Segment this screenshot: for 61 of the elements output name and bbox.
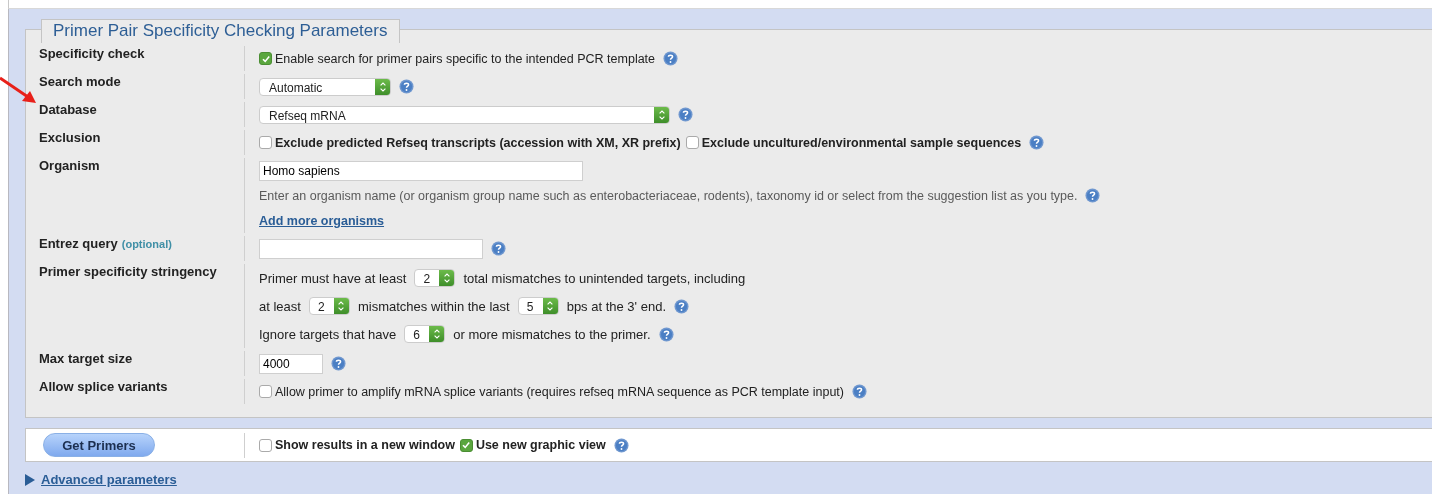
get-primers-button[interactable]: Get Primers: [43, 433, 155, 457]
help-icon[interactable]: [658, 326, 674, 342]
dropdown[interactable]: 5: [517, 297, 559, 315]
field-label: Search mode: [39, 74, 121, 89]
help-icon[interactable]: [674, 298, 689, 314]
option-text: or more mismatches to the primer.: [453, 326, 651, 342]
dropdown[interactable]: 2: [308, 297, 350, 315]
add-organisms-link[interactable]: Add more organisms: [259, 213, 385, 228]
chevron-icon: [432, 328, 441, 340]
advanced-parameters-link[interactable]: Advanced parameters: [41, 472, 177, 487]
help-icon[interactable]: [1029, 135, 1045, 150]
text-field[interactable]: 4000: [259, 353, 323, 374]
field-label: Organism: [39, 158, 100, 173]
text-field[interactable]: [259, 238, 483, 259]
checkbox-label: Enable search for primer pairs specific to the intended PCR template: [275, 51, 656, 66]
checkbox[interactable]: [259, 52, 272, 65]
option-text: at least: [259, 298, 301, 314]
chevron-icon: [337, 300, 346, 312]
dropdown[interactable]: Refseq mRNA: [259, 105, 670, 124]
field-label: Primer specificity stringency: [39, 264, 217, 279]
field-label: Entrez query: [39, 236, 118, 251]
hint-text: Enter an organism name (or organism group name such as enterobacteriaceae, rodents), taxonomy id or select from the suggestion list as you type.: [259, 188, 1078, 203]
checkbox[interactable]: [259, 438, 272, 452]
checkbox-label: Allow primer to amplify mRNA splice variants (requires refseq mRNA sequence as PCR template input): [275, 384, 844, 399]
help-icon[interactable]: [678, 107, 693, 122]
checkbox[interactable]: [259, 136, 272, 149]
checkbox[interactable]: [459, 438, 473, 452]
checkbox-label: Exclude predicted Refseq transcripts (accession with XM, XR prefix): [275, 135, 681, 150]
dropdown[interactable]: 2: [414, 269, 456, 287]
option-text: total mismatches to unintended targets, including: [463, 270, 746, 286]
option-text: mismatches within the last: [357, 298, 510, 314]
option-text: bps at the 3' end.: [566, 298, 666, 314]
chevron-icon: [657, 108, 666, 121]
optional-note: (optional): [121, 238, 172, 250]
chevron-icon: [546, 300, 555, 312]
dropdown[interactable]: 6: [404, 325, 446, 343]
help-icon[interactable]: [1085, 188, 1101, 203]
help-icon[interactable]: [399, 79, 414, 94]
checkbox[interactable]: [685, 136, 699, 149]
field-label: Max target size: [39, 351, 133, 366]
dropdown[interactable]: Automatic: [259, 77, 391, 96]
text-field[interactable]: Homo sapiens: [259, 160, 583, 181]
chevron-icon: [442, 272, 451, 284]
checkbox-label: Exclude uncultured/environmental sample sequences: [701, 135, 1022, 150]
checkbox[interactable]: [259, 385, 272, 398]
help-icon[interactable]: [663, 51, 679, 66]
help-icon[interactable]: [613, 437, 629, 453]
field-label: Database: [39, 102, 97, 117]
field-label: Specificity check: [39, 46, 145, 61]
panel-legend: Primer Pair Specificity Checking Parameters: [41, 19, 401, 43]
checkbox-label: Show results in a new window: [275, 438, 455, 452]
chevron-icon: [378, 80, 387, 93]
field-label: Exclusion: [39, 130, 101, 145]
help-icon[interactable]: [851, 384, 867, 399]
help-icon[interactable]: [331, 356, 346, 371]
field-label: Allow splice variants: [39, 379, 168, 394]
checkbox-label: Use new graphic view: [475, 438, 606, 452]
help-icon[interactable]: [491, 241, 506, 256]
option-text: Primer must have at least: [259, 270, 407, 286]
expand-triangle-icon[interactable]: [25, 473, 35, 486]
option-text: Ignore targets that have: [259, 326, 397, 342]
